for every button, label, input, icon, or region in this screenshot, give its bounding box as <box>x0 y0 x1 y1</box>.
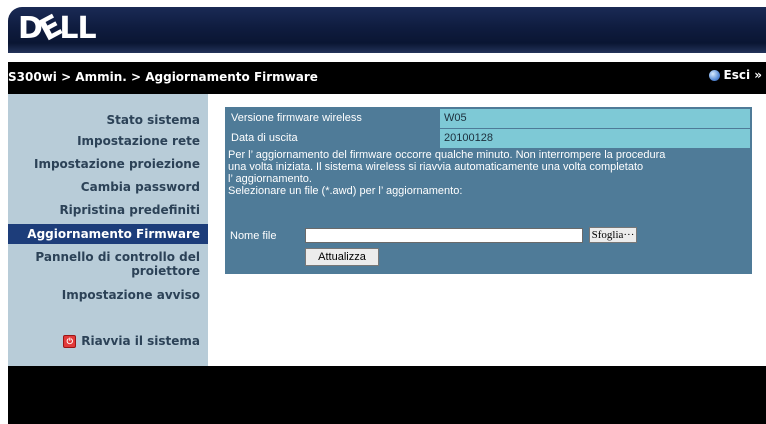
release-date-label: Data di uscita <box>227 129 442 148</box>
update-instructions: Per l’ aggiornamento del firmware occorr… <box>228 149 746 197</box>
file-name-label: Nome file <box>230 230 277 242</box>
browse-button[interactable]: Sfoglia··· <box>589 227 637 243</box>
firmware-version-label: Versione firmware wireless <box>227 109 442 128</box>
sidebar: Stato sistema Impostazione rete Impostaz… <box>8 94 208 366</box>
header-banner: DELL <box>8 7 766 53</box>
power-icon: ⏻ <box>63 334 77 348</box>
footer <box>8 366 766 424</box>
firmware-version-value: W05 <box>440 109 750 128</box>
firmware-version-row: Versione firmware wireless W05 <box>227 109 750 128</box>
sidebar-item-impostazione-avviso[interactable]: Impostazione avviso <box>62 288 200 302</box>
breadcrumb-bar: S300wi > Ammin. > Aggiornamento Firmware… <box>8 62 766 94</box>
instruction-line-4: Selezionare un file (*.awd) per l’ aggio… <box>228 185 463 197</box>
sidebar-item-ripristina-predefiniti[interactable]: Ripristina predefiniti <box>59 203 200 217</box>
release-date-row: Data di uscita 20100128 <box>227 129 750 148</box>
update-button[interactable]: Attualizza <box>305 248 379 266</box>
instruction-line-1: Per l’ aggiornamento del firmware occorr… <box>228 149 666 161</box>
reboot-label: Riavvia il sistema <box>81 334 200 348</box>
globe-icon <box>708 69 720 81</box>
release-date-value: 20100128 <box>440 129 750 148</box>
firmware-panel: Versione firmware wireless W05 Data di u… <box>225 107 752 274</box>
instruction-line-3: l’ aggiornamento. <box>228 173 312 185</box>
instruction-line-2: una volta iniziata. Il sistema wireless … <box>228 161 644 173</box>
sidebar-item-impostazione-proiezione[interactable]: Impostazione proiezione <box>34 157 200 171</box>
file-name-input[interactable] <box>305 228 583 243</box>
exit-link[interactable]: Esci » <box>708 68 763 82</box>
sidebar-item-pannello-controllo[interactable]: Pannello di controllo del proiettore <box>20 250 200 278</box>
sidebar-item-cambia-password[interactable]: Cambia password <box>81 180 200 194</box>
sidebar-item-aggiornamento-firmware[interactable]: Aggiornamento Firmware <box>8 224 208 244</box>
dell-logo: DELL <box>18 8 97 49</box>
exit-label: Esci » <box>723 68 763 82</box>
sidebar-item-stato-sistema[interactable]: Stato sistema <box>106 113 200 127</box>
breadcrumb: S300wi > Ammin. > Aggiornamento Firmware <box>8 70 318 84</box>
sidebar-item-impostazione-rete[interactable]: Impostazione rete <box>77 134 200 148</box>
reboot-button[interactable]: ⏻ Riavvia il sistema <box>63 334 200 348</box>
